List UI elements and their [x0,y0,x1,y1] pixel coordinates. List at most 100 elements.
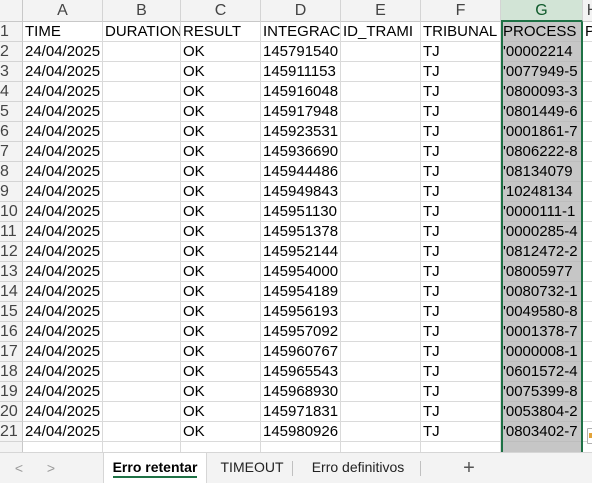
cell-duration[interactable] [103,322,181,342]
header-cell-g[interactable]: PROCESS [501,22,583,42]
row-header[interactable]: 6 [0,122,23,142]
cell-id-tramite[interactable] [341,422,421,442]
column-header-a[interactable]: A [23,0,103,22]
row-header[interactable]: 19 [0,382,23,402]
cell-processo[interactable]: '0000285-4 [501,222,583,242]
cell-time[interactable]: 24/04/2025 [23,62,103,82]
cell-id-tramite[interactable] [341,142,421,162]
cell-duration[interactable] [103,382,181,402]
cell-empty[interactable] [583,242,592,262]
cell-integracao[interactable]: 145968930 [261,382,341,402]
row-header[interactable]: 2 [0,42,23,62]
cell-id-tramite[interactable] [341,202,421,222]
column-header-g[interactable]: G [501,0,583,22]
cell-time[interactable]: 24/04/2025 [23,282,103,302]
chevron-left-icon[interactable]: < [11,458,27,478]
cell-time[interactable]: 24/04/2025 [23,142,103,162]
column-header-c[interactable]: C [181,0,261,22]
row-header[interactable]: 3 [0,62,23,82]
sheet-tab-erro-definitivos[interactable]: Erro definitivos [300,453,416,483]
cell-tribunal[interactable]: TJ [421,382,501,402]
row-header[interactable]: 17 [0,342,23,362]
cell-result[interactable]: OK [181,122,261,142]
cell-processo[interactable]: '0075399-8 [501,382,583,402]
cell-duration[interactable] [103,122,181,142]
cell-processo[interactable]: '0803402-7 [501,422,583,442]
cell-integracao[interactable]: 145956193 [261,302,341,322]
cell-time[interactable]: 24/04/2025 [23,382,103,402]
row-header[interactable]: 10 [0,202,23,222]
cell-integracao[interactable]: 145951130 [261,202,341,222]
cell-time[interactable]: 24/04/2025 [23,242,103,262]
cell-empty[interactable] [583,402,592,422]
cell-empty[interactable] [583,142,592,162]
row-header[interactable]: 7 [0,142,23,162]
cell-processo[interactable]: '0049580-8 [501,302,583,322]
cell-tribunal[interactable]: TJ [421,282,501,302]
cell-integracao[interactable]: 145944486 [261,162,341,182]
header-cell-c[interactable]: RESULT [181,22,261,42]
chevron-right-icon[interactable]: > [43,458,59,478]
cell-empty[interactable] [583,122,592,142]
cell-integracao[interactable]: 145911153 [261,62,341,82]
cell-tribunal[interactable]: TJ [421,222,501,242]
header-cell-f[interactable]: TRIBUNAL [421,22,501,42]
cell-empty[interactable] [583,182,592,202]
cell-result[interactable]: OK [181,422,261,442]
cell-id-tramite[interactable] [341,342,421,362]
cell-processo[interactable]: '00002214 [501,42,583,62]
cell-duration[interactable] [103,302,181,322]
header-cell-a[interactable]: TIME [23,22,103,42]
select-all-corner[interactable] [0,0,23,22]
cell-tribunal[interactable]: TJ [421,422,501,442]
cell-time[interactable]: 24/04/2025 [23,362,103,382]
cell-id-tramite[interactable] [341,362,421,382]
row-header-partial[interactable] [0,442,23,452]
row-header[interactable]: 14 [0,282,23,302]
cell-empty[interactable] [583,262,592,282]
cell-integracao[interactable]: 145954189 [261,282,341,302]
cell-result[interactable]: OK [181,302,261,322]
cell-integracao[interactable]: 145952144 [261,242,341,262]
cell-time[interactable]: 24/04/2025 [23,82,103,102]
cell-result[interactable]: OK [181,402,261,422]
cell-processo[interactable]: '0001378-7 [501,322,583,342]
cell-id-tramite[interactable] [341,102,421,122]
cell-duration[interactable] [103,262,181,282]
cell-duration[interactable] [103,362,181,382]
cell-processo[interactable]: '0806222-8 [501,142,583,162]
row-header[interactable]: 5 [0,102,23,122]
cell-time[interactable]: 24/04/2025 [23,202,103,222]
cell-processo[interactable]: '0077949-5 [501,62,583,82]
row-header[interactable]: 8 [0,162,23,182]
row-header[interactable]: 20 [0,402,23,422]
column-header-b[interactable]: B [103,0,181,22]
cell-integracao[interactable]: 145971831 [261,402,341,422]
cell-duration[interactable] [103,242,181,262]
cell-integracao[interactable]: 145954000 [261,262,341,282]
cell-tribunal[interactable]: TJ [421,342,501,362]
cell-integracao[interactable]: 145917948 [261,102,341,122]
cell-id-tramite[interactable] [341,322,421,342]
cell-result[interactable]: OK [181,42,261,62]
column-header-f[interactable]: F [421,0,501,22]
cell-result[interactable]: OK [181,142,261,162]
cell-id-tramite[interactable] [341,302,421,322]
cell-processo[interactable]: '10248134 [501,182,583,202]
cell-integracao[interactable]: 145936690 [261,142,341,162]
cell-tribunal[interactable]: TJ [421,142,501,162]
cell-tribunal[interactable]: TJ [421,202,501,222]
cell-time[interactable]: 24/04/2025 [23,402,103,422]
cell-time[interactable]: 24/04/2025 [23,102,103,122]
cell-duration[interactable] [103,402,181,422]
cell-duration[interactable] [103,342,181,362]
cell-id-tramite[interactable] [341,242,421,262]
cell-tribunal[interactable]: TJ [421,322,501,342]
cell-partial[interactable] [341,442,421,452]
row-header[interactable]: 18 [0,362,23,382]
cell-result[interactable]: OK [181,342,261,362]
cell-duration[interactable] [103,142,181,162]
cell-duration[interactable] [103,82,181,102]
cell-result[interactable]: OK [181,282,261,302]
cell-time[interactable]: 24/04/2025 [23,162,103,182]
